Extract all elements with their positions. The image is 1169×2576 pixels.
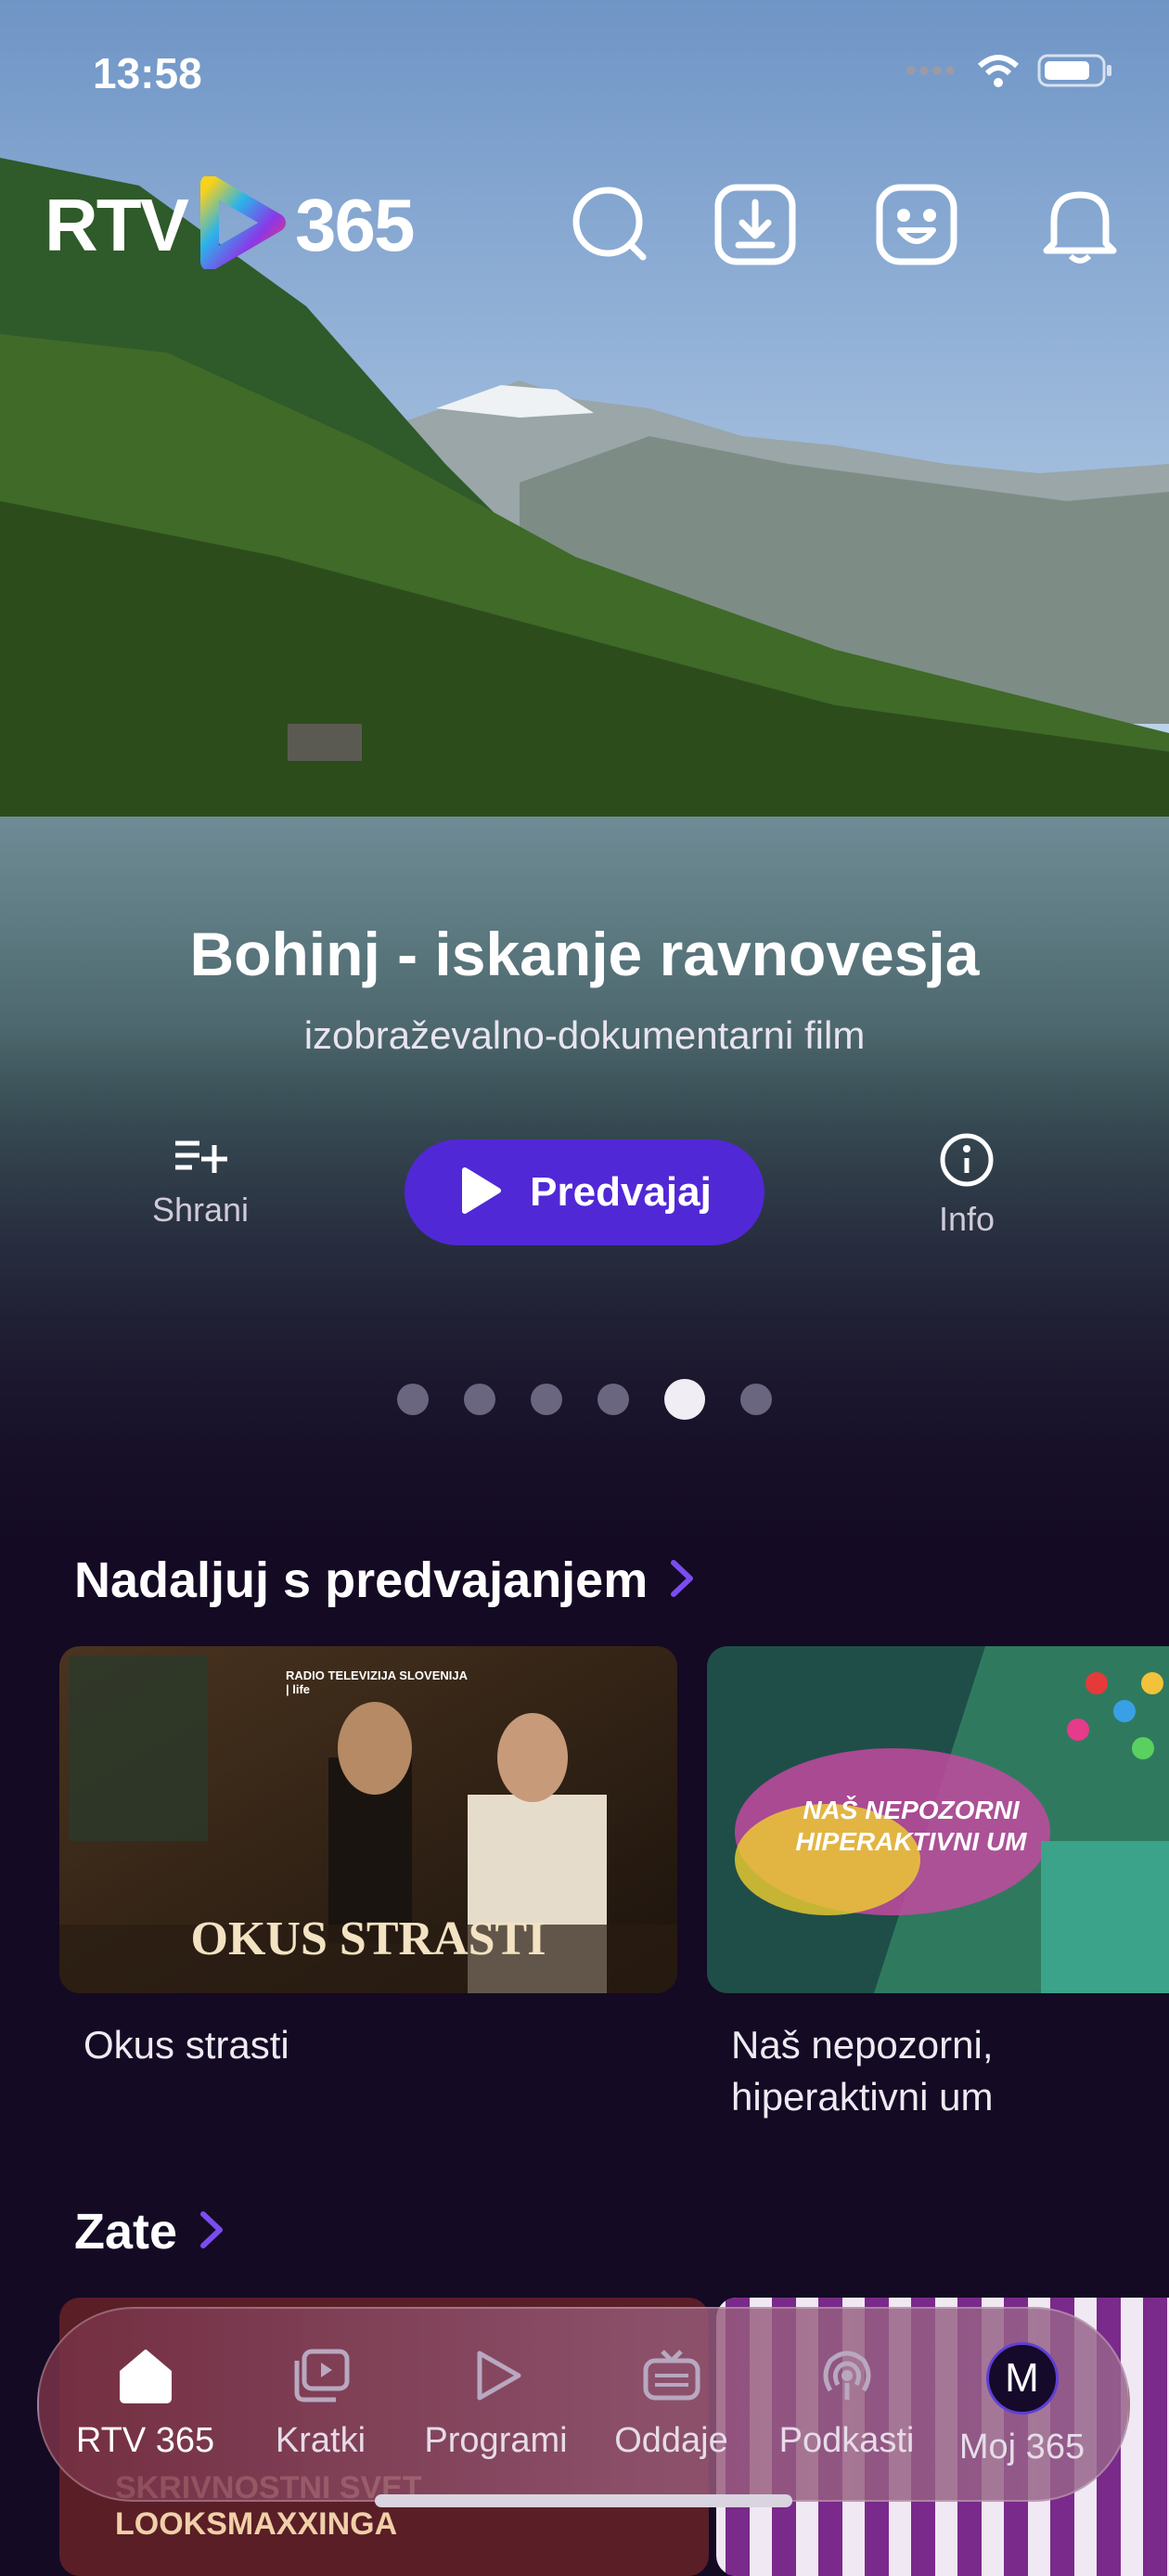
nav-item-kratki[interactable]: Kratki — [238, 2348, 405, 2461]
kids-face-icon[interactable] — [872, 180, 961, 269]
logo-text-right: 365 — [295, 183, 415, 266]
save-label: Shrani — [151, 1191, 250, 1229]
continue-card-label: Naš nepozorni, hiperaktivni um — [731, 2023, 994, 2119]
nav-label: RTV 365 — [75, 2421, 215, 2460]
home-icon — [116, 2348, 175, 2408]
save-button[interactable]: Shrani — [145, 1132, 256, 1230]
status-time: 13:58 — [93, 49, 202, 97]
continue-card-okus-strasti[interactable]: RADIO TELEVIZIJA SLOVENIJA | life OKUS S… — [59, 1646, 677, 1993]
rtv-365-logo[interactable]: RTV 365 — [45, 174, 415, 274]
channel-badge: RADIO TELEVIZIJA SLOVENIJA | life — [286, 1668, 468, 1696]
carousel-dot[interactable] — [464, 1384, 495, 1415]
tv-icon — [642, 2348, 701, 2408]
wifi-icon — [976, 53, 1021, 93]
nav-item-oddaje[interactable]: Oddaje — [588, 2348, 755, 2461]
hero-title: Bohinj - iskanje ravnovesja — [189, 920, 980, 988]
carousel-dot[interactable] — [740, 1384, 772, 1415]
shorts-icon — [291, 2348, 351, 2408]
nav-label: Moj 365 — [958, 2427, 1086, 2467]
hero-subtitle: izobraževalno-dokumentarni film — [303, 1013, 866, 1057]
logo-play-icon — [197, 174, 286, 274]
play-outline-icon — [469, 2348, 524, 2408]
nav-label: Podkasti — [778, 2421, 915, 2460]
nas-nepozorni-art-title: NAŠ NEPOZORNI HIPERAKTIVNI UM — [795, 1796, 1027, 1856]
for-you-title: Zate — [74, 2204, 178, 2260]
cellular-signal-icon — [904, 63, 959, 83]
carousel-dot[interactable] — [397, 1384, 429, 1415]
top-app-bar: RTV 365 — [0, 158, 1169, 297]
info-button[interactable]: Info — [911, 1132, 1022, 1239]
add-to-list-icon — [172, 1140, 229, 1182]
carousel-dot[interactable] — [531, 1384, 562, 1415]
search-icon[interactable] — [566, 180, 655, 269]
continue-card-nas-nepozorni[interactable]: NAŠ NEPOZORNI HIPERAKTIVNI UM — [707, 1646, 1169, 1993]
logo-text-left: RTV — [45, 183, 189, 266]
bell-icon[interactable] — [1035, 180, 1124, 269]
bottom-navigation: RTV 365 Kratki Programi Oddaje Podkasti … — [37, 2307, 1130, 2502]
status-bar: 13:58 — [0, 0, 1169, 111]
play-icon — [457, 1166, 502, 1219]
for-you-header[interactable]: Zate — [74, 2203, 225, 2260]
okus-strasti-art-title: OKUS STRASTI — [190, 1913, 546, 1965]
play-label: Predvajaj — [530, 1169, 712, 1215]
chevron-right-icon — [668, 1557, 696, 1604]
avatar: M — [985, 2341, 1059, 2415]
podcast-icon — [819, 2348, 875, 2408]
nav-item-podkasti[interactable]: Podkasti — [764, 2348, 931, 2461]
continue-card-label: Okus strasti — [84, 2023, 289, 2067]
continue-watching-header[interactable]: Nadaljuj s predvajanjem — [74, 1552, 696, 1609]
status-icons — [904, 52, 1113, 94]
play-button[interactable]: Predvajaj — [405, 1140, 764, 1245]
info-label: Info — [938, 1200, 996, 1238]
nav-item-rtv365[interactable]: RTV 365 — [62, 2348, 229, 2461]
info-icon — [939, 1133, 995, 1191]
continue-watching-title: Nadaljuj s predvajanjem — [74, 1552, 649, 1608]
carousel-dot[interactable] — [664, 1379, 705, 1420]
nav-item-programi[interactable]: Programi — [413, 2348, 580, 2461]
nav-item-moj365[interactable]: M Moj 365 — [939, 2341, 1106, 2467]
nav-label: Programi — [424, 2421, 568, 2460]
carousel-indicator — [0, 1379, 1169, 1420]
chevron-right-icon — [198, 2209, 225, 2256]
download-icon[interactable] — [711, 180, 800, 269]
carousel-dot[interactable] — [597, 1384, 629, 1415]
home-indicator[interactable] — [375, 2494, 792, 2507]
battery-icon — [1037, 52, 1113, 94]
nav-label: Kratki — [275, 2421, 366, 2460]
nav-label: Oddaje — [614, 2421, 728, 2460]
